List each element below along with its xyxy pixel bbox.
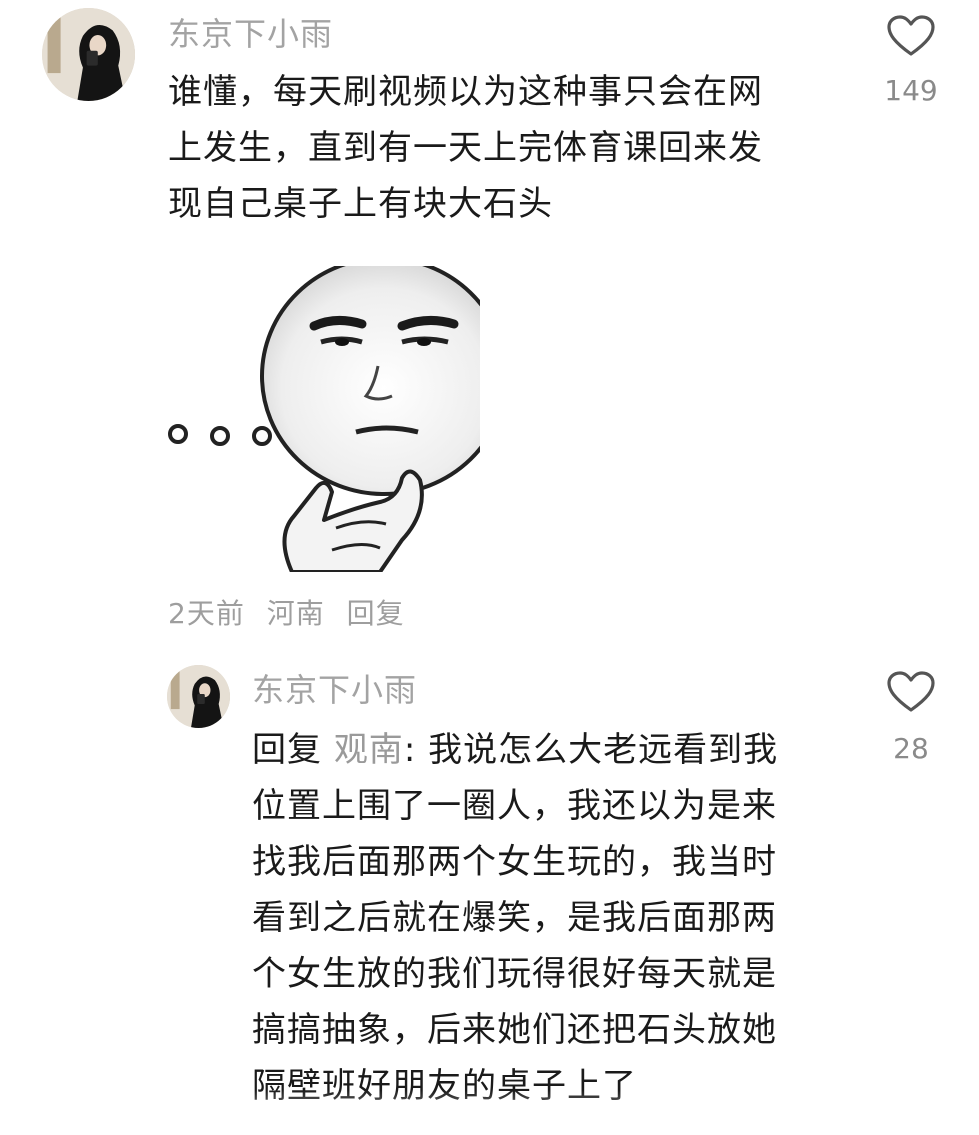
comment-sticker[interactable] [166, 266, 480, 572]
like-count: 149 [884, 74, 938, 107]
avatar-photo [167, 665, 230, 728]
avatar-photo [42, 8, 135, 101]
comment-meta: 2天前 河南 回复 [168, 592, 405, 632]
comment-line: 谁懂，每天刷视频以为这种事只会在网 [168, 72, 763, 112]
reply-line: 个女生放的我们玩得很好每天就是 [252, 954, 777, 994]
mentioned-user[interactable]: 观南 [334, 730, 404, 770]
reply-first-line: 回复 观南: 我说怎么大老远看到我 [252, 722, 832, 778]
like-button[interactable] [886, 14, 936, 58]
reply-line: 搞搞抽象，后来她们还把石头放她 [252, 1010, 777, 1050]
comment-line: 现自己桌子上有块大石头 [168, 184, 553, 224]
comment-line: 上发生，直到有一天上完体育课回来发 [168, 128, 763, 168]
reply-line: 看到之后就在爆笑，是我后面那两 [252, 898, 777, 938]
heart-outline-icon [887, 15, 935, 56]
reply-line: 位置上围了一圈人，我还以为是来 [252, 786, 777, 826]
reply-avatar[interactable] [167, 665, 230, 728]
thinking-face-sticker [166, 266, 480, 572]
comment-username[interactable]: 东京下小雨 [168, 18, 333, 50]
heart-outline-icon [887, 671, 935, 712]
reply-prefix: 回复 [252, 730, 322, 770]
reply-line: 隔壁班好朋友的桌子上了 [252, 1066, 637, 1106]
reply-line: : 我说怎么大老远看到我 [403, 730, 779, 770]
comment-location: 河南 [266, 597, 325, 630]
reply-button[interactable]: 回复 [347, 597, 405, 630]
comment-text: 谁懂，每天刷视频以为这种事只会在网 上发生，直到有一天上完体育课回来发 现自己桌… [168, 64, 828, 232]
comment-time: 2天前 [168, 597, 245, 630]
reply-line: 找我后面那两个女生玩的，我当时 [252, 842, 777, 882]
reply-text: 回复 观南: 我说怎么大老远看到我 位置上围了一圈人，我还以为是来 找我后面那两… [252, 722, 832, 1114]
reply-username[interactable]: 东京下小雨 [252, 674, 417, 706]
avatar[interactable] [42, 8, 135, 101]
reply-like-button[interactable] [886, 670, 936, 714]
reply-like-count: 28 [893, 732, 929, 765]
